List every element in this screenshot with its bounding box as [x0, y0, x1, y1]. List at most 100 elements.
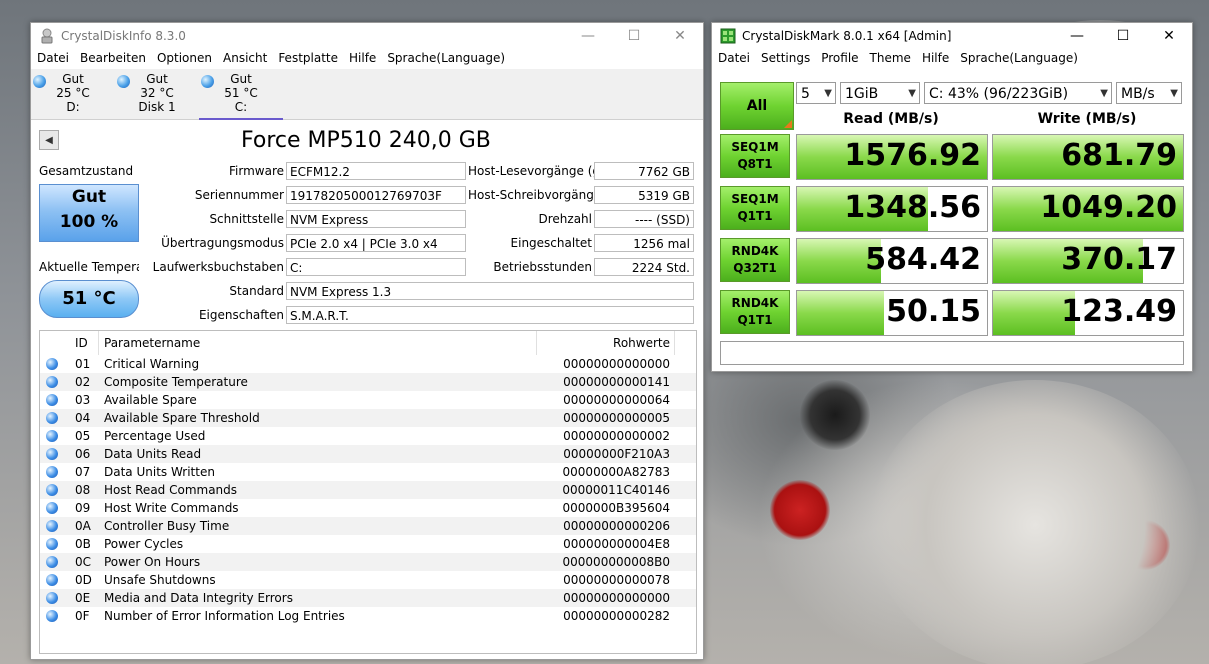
health-status-icon	[46, 466, 58, 478]
menu-hilfe[interactable]: Hilfe	[916, 51, 954, 65]
read-result-1: 1348.56	[796, 186, 988, 232]
power-on-count-label: Eingeschaltet	[510, 236, 592, 250]
table-row[interactable]: 0E Media and Data Integrity Errors 0000000…	[40, 589, 696, 607]
minimize-button[interactable]: —	[1054, 23, 1100, 49]
menu-theme[interactable]: Theme	[864, 51, 916, 65]
attribute-raw-value: 000000000008B0	[562, 555, 670, 569]
menu-bearbeiten[interactable]: Bearbeiten	[74, 51, 151, 65]
attribute-raw-value: 00000000000000	[563, 591, 670, 605]
test-type-label: RND4K	[731, 244, 779, 258]
test-count-select[interactable]: 5 ▼	[796, 82, 836, 104]
table-row[interactable]: 0C Power On Hours 000000000008B0	[40, 553, 696, 571]
table-row[interactable]: 0F Number of Error Information Log Entrie…	[40, 607, 696, 625]
health-status-icon	[46, 412, 58, 424]
cdm-titlebar[interactable]: CrystalDiskMark 8.0.1 x64 [Admin] — ☐ ✕	[712, 23, 1192, 49]
table-row[interactable]: 07 Data Units Written 00000000A82783	[40, 463, 696, 481]
cdi-titlebar[interactable]: CrystalDiskInfo 8.3.0 — ☐ ✕	[31, 23, 703, 49]
col-id[interactable]: ID	[75, 336, 88, 350]
write-column-header: Write (MB/s)	[1037, 111, 1137, 127]
table-row[interactable]: 01 Critical Warning 00000000000000	[40, 355, 696, 373]
health-status-icon	[46, 376, 58, 388]
health-status-icon	[117, 75, 130, 88]
maximize-button[interactable]: ☐	[611, 23, 657, 49]
attribute-name: Power Cycles	[104, 537, 184, 551]
test-button-1[interactable]: SEQ1M Q1T1	[720, 186, 790, 230]
menu-profile[interactable]: Profile	[815, 51, 863, 65]
attribute-id: 0E	[75, 591, 91, 605]
write-result-value: 123.49	[1061, 294, 1177, 329]
drive-select-value: C: 43% (96/223GiB)	[929, 86, 1069, 102]
unit-value: MB/s	[1121, 86, 1155, 102]
attribute-name: Power On Hours	[104, 555, 201, 569]
table-header: ID Parametername Rohwerte	[40, 331, 696, 355]
table-row[interactable]: 02 Composite Temperature 00000000000141	[40, 373, 696, 391]
table-row[interactable]: 09 Host Write Commands 0000000B395604	[40, 499, 696, 517]
read-result-value: 50.15	[886, 294, 981, 329]
previous-disk-button[interactable]: ◀	[39, 130, 59, 150]
run-all-button[interactable]: All	[720, 82, 794, 130]
menu-sprache[interactable]: Sprache(Language)	[954, 51, 1083, 65]
attribute-id: 0D	[75, 573, 92, 587]
smart-attribute-table[interactable]: ID Parametername Rohwerte 01 Critical War…	[39, 330, 697, 654]
test-button-3[interactable]: RND4K Q1T1	[720, 290, 790, 334]
drive-letter-value: C:	[286, 258, 466, 276]
read-result-value: 1576.92	[844, 138, 981, 173]
attribute-raw-value: 00000000000005	[563, 411, 670, 425]
table-row[interactable]: 0A Controller Busy Time 00000000000206	[40, 517, 696, 535]
attribute-raw-value: 0000000B395604	[562, 501, 670, 515]
attribute-name: Critical Warning	[104, 357, 200, 371]
col-name[interactable]: Parametername	[104, 336, 200, 350]
crystaldiskmark-window[interactable]: CrystalDiskMark 8.0.1 x64 [Admin] — ☐ ✕ …	[711, 22, 1193, 372]
minimize-button[interactable]: —	[565, 23, 611, 49]
table-row[interactable]: 06 Data Units Read 00000000F210A3	[40, 445, 696, 463]
attribute-id: 01	[75, 357, 91, 371]
test-button-2[interactable]: RND4K Q32T1	[720, 238, 790, 282]
chevron-down-icon: ▼	[1170, 88, 1178, 99]
power-on-hours-value: 2224 Std.	[594, 258, 694, 276]
menu-settings[interactable]: Settings	[755, 51, 815, 65]
disk-tab-d[interactable]: Gut 25 °C D:	[31, 72, 115, 118]
test-button-0[interactable]: SEQ1M Q8T1	[720, 134, 790, 178]
table-row[interactable]: 03 Available Spare 00000000000064	[40, 391, 696, 409]
drive-select[interactable]: C: 43% (96/223GiB) ▼	[924, 82, 1112, 104]
attribute-name: Composite Temperature	[104, 375, 248, 389]
table-row[interactable]: 08 Host Read Commands 00000011C40146	[40, 481, 696, 499]
table-row[interactable]: 0B Power Cycles 000000000004E8	[40, 535, 696, 553]
attribute-name: Controller Busy Time	[104, 519, 230, 533]
col-raw[interactable]: Rohwerte	[613, 336, 670, 350]
health-status-icon	[46, 592, 58, 604]
disk-tab-disk1[interactable]: Gut 32 °C Disk 1	[115, 72, 199, 118]
chevron-down-icon: ▼	[908, 88, 916, 99]
maximize-icon: ☐	[627, 28, 641, 44]
close-button[interactable]: ✕	[657, 23, 703, 49]
close-button[interactable]: ✕	[1146, 23, 1192, 49]
interface-label: Schnittstelle	[209, 212, 284, 226]
menu-datei[interactable]: Datei	[31, 51, 74, 65]
attribute-raw-value: 00000000000206	[563, 519, 670, 533]
menu-optionen[interactable]: Optionen	[151, 51, 217, 65]
disk-tab-c[interactable]: Gut 51 °C C:	[199, 72, 283, 120]
temperature-label: Aktuelle Temperatur	[39, 260, 139, 274]
temperature-badge[interactable]: 51 °C	[39, 280, 139, 318]
unit-select[interactable]: MB/s ▼	[1116, 82, 1182, 104]
table-row[interactable]: 05 Percentage Used 00000000000002	[40, 427, 696, 445]
menu-sprache[interactable]: Sprache(Language)	[381, 51, 510, 65]
attribute-name: Data Units Read	[104, 447, 202, 461]
disk-info-app-icon	[41, 28, 53, 44]
health-status-box[interactable]: Gut 100 %	[39, 184, 139, 242]
standard-label: Standard	[229, 284, 284, 298]
table-row[interactable]: 04 Available Spare Threshold 0000000000000…	[40, 409, 696, 427]
health-status-icon	[46, 538, 58, 550]
write-result-1: 1049.20	[992, 186, 1184, 232]
menu-datei[interactable]: Datei	[712, 51, 755, 65]
minimize-icon: —	[1070, 28, 1084, 44]
menu-festplatte[interactable]: Festplatte	[272, 51, 343, 65]
attribute-raw-value: 000000000004E8	[563, 537, 670, 551]
menu-hilfe[interactable]: Hilfe	[343, 51, 381, 65]
test-size-select[interactable]: 1GiB ▼	[840, 82, 920, 104]
health-status-text: Gut	[71, 187, 107, 207]
crystaldiskinfo-window[interactable]: CrystalDiskInfo 8.3.0 — ☐ ✕ Datei Bearbe…	[30, 22, 704, 660]
maximize-button[interactable]: ☐	[1100, 23, 1146, 49]
table-row[interactable]: 0D Unsafe Shutdowns 00000000000078	[40, 571, 696, 589]
menu-ansicht[interactable]: Ansicht	[217, 51, 272, 65]
